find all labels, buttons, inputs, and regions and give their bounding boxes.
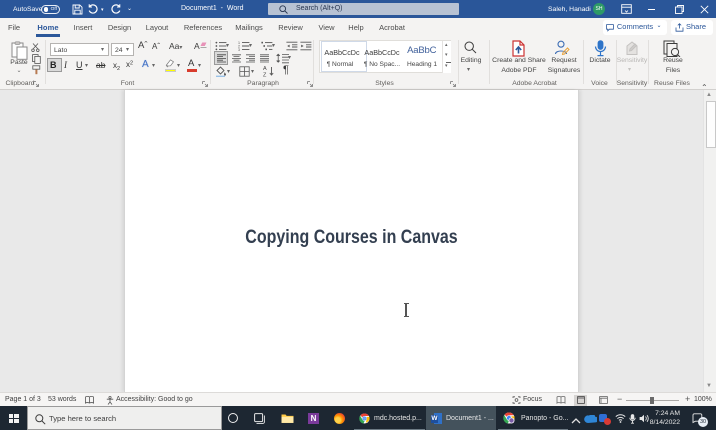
svg-text:3: 3	[238, 48, 240, 51]
svg-text:Z: Z	[263, 73, 267, 78]
svg-text:A: A	[263, 66, 267, 72]
